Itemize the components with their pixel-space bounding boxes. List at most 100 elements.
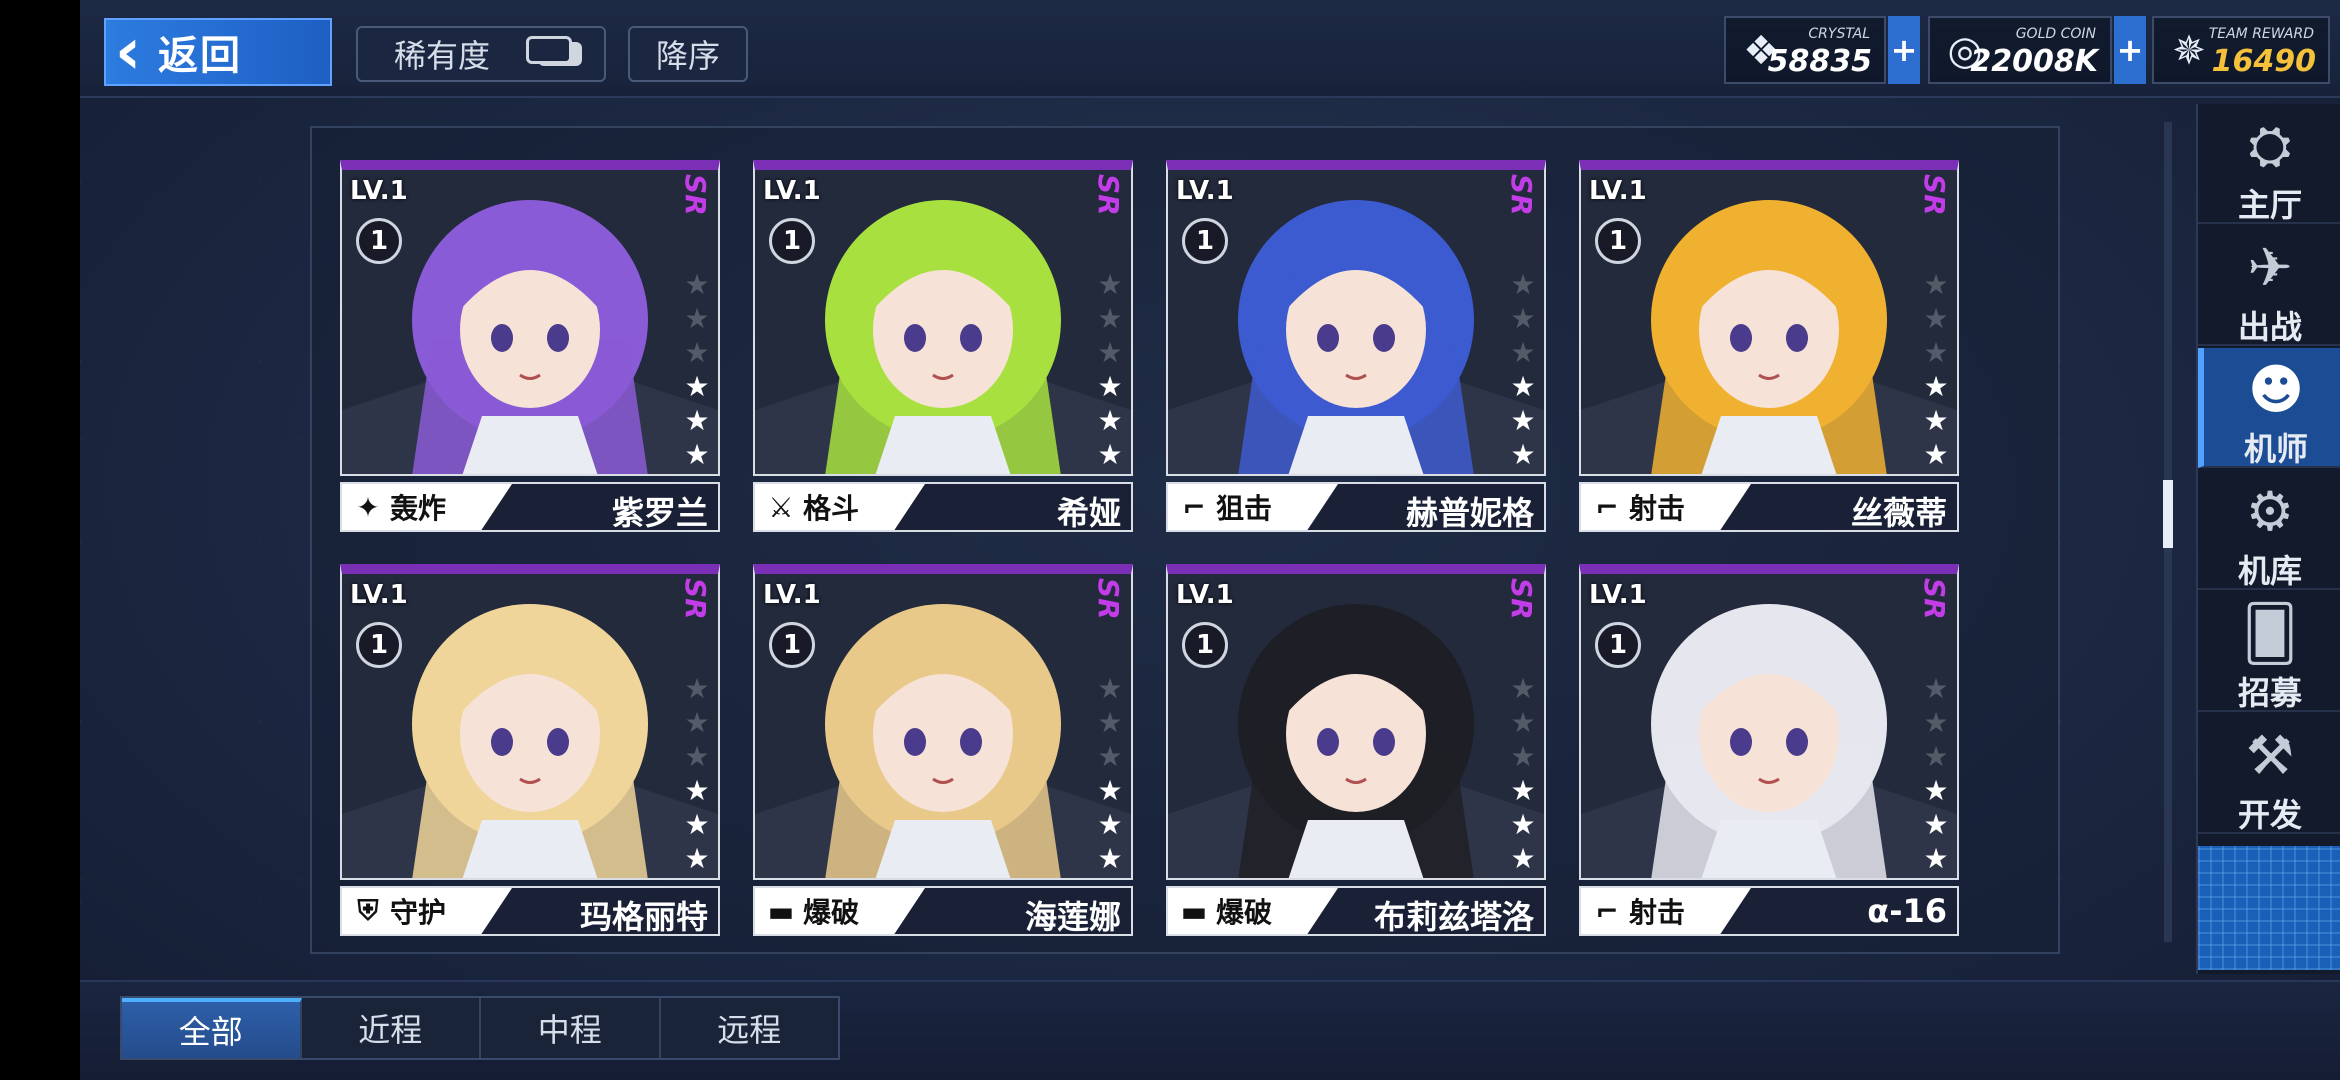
star-filled-icon: ★ xyxy=(1923,404,1949,437)
star-filled-icon: ★ xyxy=(1923,842,1949,875)
chevron-left-icon: ‹ xyxy=(114,15,142,89)
star-rating: ★ ★ ★ ★ ★ ★ xyxy=(1097,674,1123,874)
star-empty-icon: ★ xyxy=(1510,740,1536,773)
role-label: 格斗 xyxy=(803,492,860,525)
star-empty-icon: ★ xyxy=(1097,672,1123,705)
gold-add-button[interactable]: + xyxy=(2114,16,2146,84)
back-label: 返回 xyxy=(158,33,242,79)
pilot-portrait-frame: LV.1 1 SR ★ ★ ★ ★ ★ ★ xyxy=(753,564,1133,880)
star-rating: ★ ★ ★ ★ ★ ★ xyxy=(684,270,710,470)
rarity-badge: SR xyxy=(1092,578,1125,620)
advance-badge: 1 xyxy=(356,622,402,668)
role-tag: ⌐ 射击 xyxy=(1581,484,1751,530)
role-tag: ✦ 轰炸 xyxy=(342,484,512,530)
star-filled-icon: ★ xyxy=(684,774,710,807)
star-filled-icon: ★ xyxy=(1923,774,1949,807)
gold-value: 22008K xyxy=(1970,44,2098,79)
nav-item-hangar[interactable]: ⚙ 机库 xyxy=(2198,470,2340,590)
role-label: 射击 xyxy=(1629,896,1686,929)
star-filled-icon: ★ xyxy=(684,404,710,437)
star-empty-icon: ★ xyxy=(1097,740,1123,773)
crystal-counter: ❖ CRYSTAL 58835 xyxy=(1724,16,1886,84)
pilot-card[interactable]: LV.1 1 SR ★ ★ ★ ★ ★ ★ ⚔ 格斗 希娅 xyxy=(753,160,1133,532)
rarity-badge: SR xyxy=(1918,174,1951,216)
advance-badge: 1 xyxy=(1595,218,1641,264)
nav-item-sortie[interactable]: ✈ 出战 xyxy=(2198,226,2340,346)
crystal-add-button[interactable]: + xyxy=(1888,16,1920,84)
role-label: 守护 xyxy=(390,896,447,929)
role-tag: ▬ 爆破 xyxy=(755,888,925,934)
nav-item-develop[interactable]: ⚒ 开发 xyxy=(2198,714,2340,834)
recruit-icon: 🂠 xyxy=(2242,602,2298,665)
sort-label: 降序 xyxy=(655,37,720,75)
pilot-card[interactable]: LV.1 1 SR ★ ★ ★ ★ ★ ★ ⛨ 守护 玛格丽特 xyxy=(340,564,720,936)
star-empty-icon: ★ xyxy=(1510,336,1536,369)
rarity-filter-button[interactable]: 稀有度 xyxy=(356,26,606,82)
star-empty-icon: ★ xyxy=(1923,740,1949,773)
pilot-portrait-frame: LV.1 1 SR ★ ★ ★ ★ ★ ★ xyxy=(340,160,720,476)
star-filled-icon: ★ xyxy=(1097,438,1123,471)
pilot-card-footer: ⌐ 射击 α-16 xyxy=(1579,886,1959,936)
nav-label: 主厅 xyxy=(2237,186,2302,224)
star-filled-icon: ★ xyxy=(684,808,710,841)
nav-item-hall[interactable]: ⛭ 主厅 xyxy=(2198,104,2340,224)
role-tag: ⛨ 守护 xyxy=(342,888,512,934)
pilot-portrait xyxy=(342,574,718,878)
pilot-card[interactable]: LV.1 1 SR ★ ★ ★ ★ ★ ★ ⌐ 射击 丝薇蒂 xyxy=(1579,160,1959,532)
pilot-card-footer: ▬ 爆破 海莲娜 xyxy=(753,886,1133,936)
star-empty-icon: ★ xyxy=(1097,302,1123,335)
star-empty-icon: ★ xyxy=(1923,336,1949,369)
advance-badge: 1 xyxy=(1182,218,1228,264)
star-empty-icon: ★ xyxy=(1510,268,1536,301)
pilot-portrait-frame: LV.1 1 SR ★ ★ ★ ★ ★ ★ xyxy=(1579,160,1959,476)
nav-item-pilot[interactable]: ☻ 机师 xyxy=(2198,348,2340,468)
pilot-name: 赫普妮格 xyxy=(1405,494,1534,532)
pilot-card[interactable]: LV.1 1 SR ★ ★ ★ ★ ★ ★ ⌐ 狙击 赫普妮格 xyxy=(1166,160,1546,532)
pilot-portrait xyxy=(755,574,1131,878)
star-filled-icon: ★ xyxy=(1510,808,1536,841)
pilot-card[interactable]: LV.1 1 SR ★ ★ ★ ★ ★ ★ ⌐ 射击 α-16 xyxy=(1579,564,1959,936)
tab-mid-range[interactable]: 中程 xyxy=(481,998,661,1058)
pilot-name: 海莲娜 xyxy=(1024,898,1121,936)
pilot-portrait xyxy=(755,170,1131,474)
pilot-card[interactable]: LV.1 1 SR ★ ★ ★ ★ ★ ★ ✦ 轰炸 紫罗兰 xyxy=(340,160,720,532)
back-button[interactable]: ‹ 返回 xyxy=(104,18,332,86)
level-label: LV.1 xyxy=(1589,580,1647,610)
star-rating: ★ ★ ★ ★ ★ ★ xyxy=(1097,270,1123,470)
tab-short-range[interactable]: 近程 xyxy=(302,998,481,1058)
reward-caption: TEAM REWARD xyxy=(2208,26,2314,42)
level-label: LV.1 xyxy=(763,176,821,206)
pilot-portrait-frame: LV.1 1 SR ★ ★ ★ ★ ★ ★ xyxy=(753,160,1133,476)
pilot-portrait-frame: LV.1 1 SR ★ ★ ★ ★ ★ ★ xyxy=(1166,564,1546,880)
nav-item-recruit[interactable]: 🂠 招募 xyxy=(2198,592,2340,712)
nav-label: 招募 xyxy=(2237,674,2302,712)
tab-long-range[interactable]: 远程 xyxy=(661,998,839,1058)
right-nav: ⛭ 主厅 ✈ 出战 ☻ 机师 ⚙ 机库 🂠 招募 ⚒ 开发 xyxy=(2196,104,2340,974)
pilot-name: 紫罗兰 xyxy=(611,494,708,532)
star-empty-icon: ★ xyxy=(684,336,710,369)
role-label: 射击 xyxy=(1629,492,1686,525)
tab-all[interactable]: 全部 xyxy=(122,998,302,1058)
rarity-badge: SR xyxy=(1092,174,1125,216)
pilot-card[interactable]: LV.1 1 SR ★ ★ ★ ★ ★ ★ ▬ 爆破 海莲娜 xyxy=(753,564,1133,936)
star-empty-icon: ★ xyxy=(1923,268,1949,301)
role-icon: ⌐ xyxy=(1182,490,1206,524)
hangar-icon: ⚙ xyxy=(2245,480,2295,543)
rarity-badge: SR xyxy=(1918,578,1951,620)
scrollbar-thumb[interactable] xyxy=(2163,480,2173,548)
pilot-card[interactable]: LV.1 1 SR ★ ★ ★ ★ ★ ★ ▬ 爆破 布莉兹塔洛 xyxy=(1166,564,1546,936)
sort-order-button[interactable]: 降序 xyxy=(628,26,748,82)
pilot-card-footer: ⚔ 格斗 希娅 xyxy=(753,482,1133,532)
toggle-icon xyxy=(526,36,582,66)
star-rating: ★ ★ ★ ★ ★ ★ xyxy=(1923,270,1949,470)
star-filled-icon: ★ xyxy=(1923,370,1949,403)
pilot-name: 希娅 xyxy=(1056,494,1121,532)
pilot-name: α-16 xyxy=(1867,892,1947,930)
nav-label: 机库 xyxy=(2237,552,2302,590)
star-filled-icon: ★ xyxy=(1923,438,1949,471)
star-empty-icon: ★ xyxy=(1097,268,1123,301)
plus-icon: + xyxy=(1890,31,1918,69)
range-tabs: 全部 近程 中程 远程 xyxy=(120,996,840,1060)
star-empty-icon: ★ xyxy=(684,740,710,773)
map-thumbnail[interactable] xyxy=(2198,846,2340,970)
